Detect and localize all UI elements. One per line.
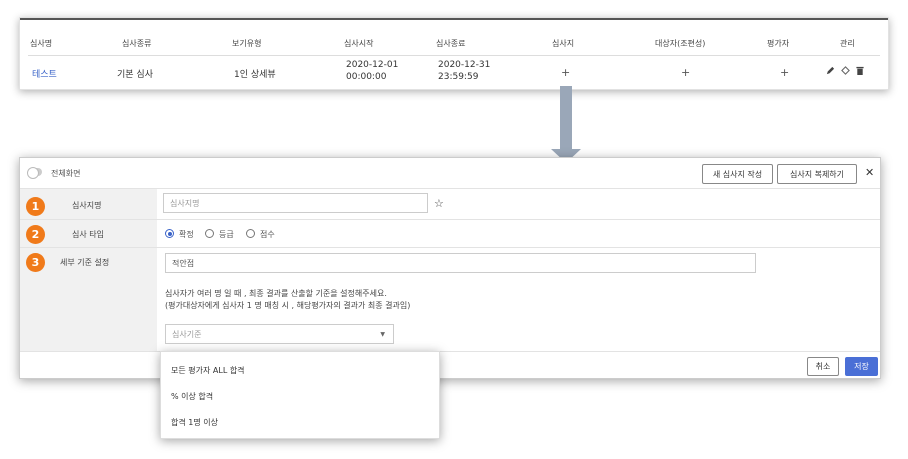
new-sheet-button[interactable]: 새 심사지 작성 xyxy=(702,164,773,184)
cancel-button[interactable]: 취소 xyxy=(807,357,839,376)
table-top-border xyxy=(20,18,888,20)
fullscreen-toggle[interactable] xyxy=(27,167,42,179)
col-header-evaluator: 평가자 xyxy=(767,39,790,48)
sheet-editor-dialog: 전체화면 새 심사지 작성 심사지 복제하기 ✕ 1 심사지명 심사지명 ☆ 2… xyxy=(19,157,881,379)
detail-criteria-input[interactable]: 적안점 xyxy=(165,253,756,273)
delete-icon[interactable] xyxy=(856,66,864,75)
add-target-icon[interactable]: + xyxy=(681,66,690,79)
exam-list-panel: 심사명 심사종류 보기유형 심사시작 심사종료 심사지 대상자(조편성) 평가자… xyxy=(19,17,889,90)
row-divider-2 xyxy=(20,247,880,248)
edit-icon[interactable] xyxy=(826,66,835,75)
add-evaluator-icon[interactable]: + xyxy=(780,66,789,79)
criteria-select-value: 심사기준 xyxy=(172,329,202,339)
sheet-name-label: 심사지명 xyxy=(72,201,102,210)
copy-icon[interactable] xyxy=(841,66,850,75)
radio-grade-label: 등급 xyxy=(219,230,234,239)
fullscreen-label: 전체화면 xyxy=(51,169,81,178)
chevron-down-icon: ▼ xyxy=(380,330,385,338)
col-header-start: 심사시작 xyxy=(344,39,374,48)
col-header-name: 심사명 xyxy=(30,39,53,48)
description-line-2: (평가대상자에게 심사자 1 명 매칭 시 , 해당평가자의 결과가 최종 결과… xyxy=(165,301,411,310)
save-button[interactable]: 저장 xyxy=(845,357,878,376)
copy-sheet-button[interactable]: 심사지 복제하기 xyxy=(777,164,857,184)
sheet-name-input[interactable]: 심사지명 xyxy=(163,193,428,213)
step-2-badge: 2 xyxy=(26,225,45,244)
radio-score[interactable] xyxy=(246,229,255,238)
star-icon[interactable]: ☆ xyxy=(434,197,444,210)
exam-type: 기본 심사 xyxy=(117,70,153,80)
criteria-select[interactable]: 심사기준 ▼ xyxy=(165,324,394,344)
radio-confirm-label: 확정 xyxy=(179,230,194,239)
description-line-1: 심사자가 여러 명 일 때 , 최종 결과를 산출할 기준을 설정해주세요. xyxy=(165,289,387,298)
radio-confirm[interactable] xyxy=(165,229,174,238)
radio-grade[interactable] xyxy=(205,229,214,238)
detail-criteria-label: 세부 기준 설정 xyxy=(60,258,110,267)
dropdown-option-percent-pass[interactable]: % 이상 합격 xyxy=(171,391,213,402)
step-3-badge: 3 xyxy=(26,253,45,272)
col-header-view-type: 보기유형 xyxy=(232,39,262,48)
col-header-type: 심사종류 xyxy=(122,39,152,48)
header-divider xyxy=(28,55,880,56)
col-header-end: 심사종료 xyxy=(436,39,466,48)
exam-type-label: 심사 타입 xyxy=(72,230,104,239)
exam-name-link[interactable]: 테스트 xyxy=(32,67,57,80)
radio-score-label: 점수 xyxy=(260,230,275,239)
row-divider-1 xyxy=(20,219,880,220)
col-header-sheet: 심사지 xyxy=(552,39,575,48)
exam-view-type: 1인 상세뷰 xyxy=(234,70,276,80)
dialog-footer-divider xyxy=(20,351,880,352)
col-header-target: 대상자(조편성) xyxy=(655,39,706,48)
dropdown-option-all-pass[interactable]: 모든 평가자 ALL 합격 xyxy=(171,365,245,376)
flow-arrow-shaft xyxy=(560,86,572,150)
criteria-dropdown-menu: 모든 평가자 ALL 합격 % 이상 합격 합격 1명 이상 xyxy=(160,351,440,439)
exam-end-time: 23:59:59 xyxy=(438,72,479,82)
exam-start-time: 00:00:00 xyxy=(346,72,387,82)
close-icon[interactable]: ✕ xyxy=(865,166,874,179)
add-sheet-icon[interactable]: + xyxy=(561,66,570,79)
dropdown-option-one-pass[interactable]: 합격 1명 이상 xyxy=(171,417,218,428)
step-1-badge: 1 xyxy=(26,197,45,216)
exam-start-date: 2020-12-01 xyxy=(346,60,399,70)
exam-end-date: 2020-12-31 xyxy=(438,60,491,70)
col-header-manage: 관리 xyxy=(840,39,855,48)
